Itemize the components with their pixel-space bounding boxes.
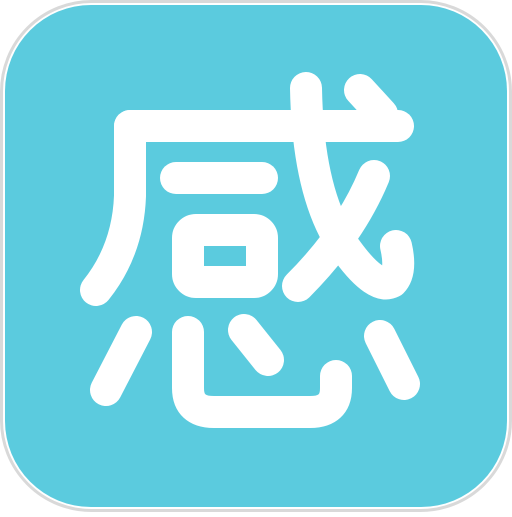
app-icon-graphic xyxy=(0,0,512,512)
glyph-stroke-heart-middle-dot xyxy=(228,314,284,376)
glyph-stroke-dagger-dot xyxy=(344,74,398,130)
glyph-stroke-heart-right-dot xyxy=(364,320,420,400)
app-icon[interactable]: 感 xyxy=(0,0,512,512)
